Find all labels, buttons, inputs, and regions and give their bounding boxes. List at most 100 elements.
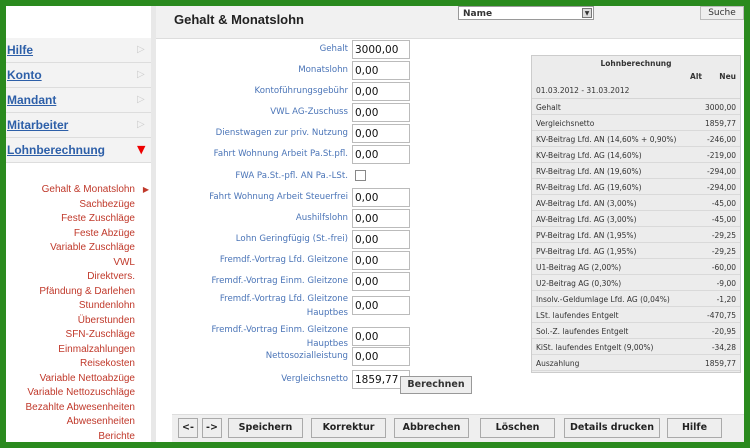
subnav-label[interactable]: Gehalt & Monatslohn xyxy=(42,184,135,195)
lohn-value: -45,00 xyxy=(711,199,736,208)
amount-input[interactable]: 0,00 xyxy=(352,347,410,366)
field-label-line: Lohn Geringfügig (St.-frei) xyxy=(235,234,348,244)
amount-input[interactable]: 0,00 xyxy=(352,188,410,207)
nav-label[interactable]: Mitarbeiter xyxy=(6,118,68,132)
fwa-checkbox[interactable] xyxy=(355,170,366,181)
search-button[interactable]: Suche xyxy=(700,6,744,20)
amount-input[interactable]: 0,00 xyxy=(352,145,410,164)
nav-item-lohnberechnung[interactable]: Lohnberechnung ▼ xyxy=(6,138,151,163)
lohn-value: 3000,00 xyxy=(704,103,736,112)
calculate-button[interactable]: Berechnen xyxy=(400,376,472,394)
subnav-item[interactable]: Direktvers. xyxy=(6,271,151,286)
nav-label[interactable]: Lohnberechnung xyxy=(6,143,105,157)
print-details-button[interactable]: Details drucken xyxy=(564,418,660,438)
field-label-line: Kontoführungsgebühr xyxy=(254,86,348,96)
field-label: Fremdf.-Vortrag Lfd. Gleitzone Hauptbes xyxy=(220,292,348,320)
main-content: Gehalt & Monatslohn Name ▼ Suche Gehalt 30… xyxy=(156,6,744,442)
amount-input[interactable]: 0,00 xyxy=(352,103,410,122)
subnav-label[interactable]: Feste Zuschläge xyxy=(61,213,135,224)
amount-input[interactable]: 0,00 xyxy=(352,61,410,80)
subnav-item[interactable]: Stundenlohn xyxy=(6,300,151,315)
subnav-label[interactable]: SFN-Zuschläge xyxy=(66,329,135,340)
amount-input[interactable]: 0,00 xyxy=(352,82,410,101)
amount-input[interactable]: 0,00 xyxy=(352,327,410,346)
subnav-item[interactable]: Einmalzahlungen xyxy=(6,344,151,359)
subnav-item[interactable]: Variable Nettoabzüge xyxy=(6,373,151,388)
lohn-key: PV-Beitrag Lfd. AN (1,95%) xyxy=(536,231,637,240)
subnav-label[interactable]: Variable Zuschläge xyxy=(50,242,135,253)
subnav-label[interactable]: Überstunden xyxy=(78,315,135,326)
nav-item-mitarbeiter[interactable]: Mitarbeiter ▷ xyxy=(6,113,151,138)
field-label-line: Fremdf.-Vortrag Einm. Gleitzone xyxy=(211,276,348,286)
subnav-label[interactable]: Reisekosten xyxy=(80,358,135,369)
chevron-right-icon: ▷ xyxy=(137,69,145,80)
subnav-item[interactable]: Überstunden xyxy=(6,315,151,330)
subnav-label[interactable]: Sachbezüge xyxy=(79,199,135,210)
nav-item-mandant[interactable]: Mandant ▷ xyxy=(6,88,151,113)
help-button[interactable]: Hilfe xyxy=(667,418,722,438)
subnav-label[interactable]: Variable Nettozuschläge xyxy=(27,387,135,398)
subnav-label[interactable]: Pfändung & Darlehen xyxy=(39,286,135,297)
next-button[interactable]: -> xyxy=(202,418,222,438)
amount-input[interactable]: 0,00 xyxy=(352,209,410,228)
chevron-down-icon: ▼ xyxy=(137,143,146,156)
lohn-key: RV-Beitrag Lfd. AG (19,60%) xyxy=(536,183,642,192)
amount-input[interactable]: 0,00 xyxy=(352,230,410,249)
name-select-value: Name xyxy=(463,9,493,19)
amount-input[interactable]: 0,00 xyxy=(352,251,410,270)
field-label-line: FWA Pa.St.-pfl. AN Pa.-LSt. xyxy=(235,171,348,181)
field-label: Aushilfslohn xyxy=(296,213,348,223)
subnav-item[interactable]: Reisekosten xyxy=(6,358,151,373)
prev-button[interactable]: <- xyxy=(178,418,198,438)
page-title: Gehalt & Monatslohn xyxy=(174,12,304,27)
subnav-label[interactable]: Stundenlohn xyxy=(79,300,135,311)
subnav-label[interactable]: VWL xyxy=(113,257,135,268)
amount-input[interactable]: 0,00 xyxy=(352,272,410,291)
amount-input[interactable]: 0,00 xyxy=(352,296,410,315)
delete-button[interactable]: Löschen xyxy=(480,418,555,438)
subnav-item[interactable]: Abwesenheiten xyxy=(6,416,151,431)
field-label-line: Gehalt xyxy=(319,44,348,54)
correction-button[interactable]: Korrektur xyxy=(311,418,386,438)
subnav-label[interactable]: Direktvers. xyxy=(87,271,135,282)
subnav-label[interactable]: Variable Nettoabzüge xyxy=(40,373,135,384)
subnav: Gehalt & Monatslohn ▶ Sachbezüge Feste Zusc… xyxy=(6,184,151,442)
nav-label[interactable]: Hilfe xyxy=(6,43,33,57)
subnav-item[interactable]: Feste Zuschläge xyxy=(6,213,151,228)
subnav-item[interactable]: VWL xyxy=(6,257,151,272)
amount-input[interactable]: 3000,00 xyxy=(352,40,410,59)
subnav-item[interactable]: Gehalt & Monatslohn ▶ xyxy=(6,184,151,199)
nav-label[interactable]: Konto xyxy=(6,68,42,82)
subnav-item[interactable]: SFN-Zuschläge xyxy=(6,329,151,344)
subnav-label[interactable]: Bezahlte Abwesenheiten xyxy=(25,402,135,413)
subnav-item[interactable]: Pfändung & Darlehen xyxy=(6,286,151,301)
lohn-key: Sol.-Z. laufendes Entgelt xyxy=(536,327,629,336)
lohn-key: AV-Beitrag Lfd. AG (3,00%) xyxy=(536,215,637,224)
save-button[interactable]: Speichern xyxy=(228,418,303,438)
subnav-item[interactable]: Variable Zuschläge xyxy=(6,242,151,257)
subnav-item[interactable]: Bezahlte Abwesenheiten xyxy=(6,402,151,417)
nav-label[interactable]: Mandant xyxy=(6,93,56,107)
subnav-label[interactable]: Berichte xyxy=(98,431,135,442)
lohn-value: -219,00 xyxy=(707,151,736,160)
name-select[interactable]: Name ▼ xyxy=(458,6,594,20)
cancel-button[interactable]: Abbrechen xyxy=(394,418,469,438)
subnav-item[interactable]: Sachbezüge xyxy=(6,199,151,214)
subnav-label[interactable]: Feste Abzüge xyxy=(74,228,135,239)
amount-input[interactable]: 0,00 xyxy=(352,124,410,143)
lohn-row: KV-Beitrag Lfd. AG (14,60%) -219,00 xyxy=(532,147,740,163)
form-row: Vergleichsnetto 1859,77 xyxy=(176,370,596,390)
nav-item-konto[interactable]: Konto ▷ xyxy=(6,63,151,88)
subnav-item[interactable]: Berichte xyxy=(6,431,151,443)
lohn-row: KiSt. laufendes Entgelt (9,00%) -34,28 xyxy=(532,339,740,355)
lohn-key: KiSt. laufendes Entgelt (9,00%) xyxy=(536,343,654,352)
subnav-label[interactable]: Abwesenheiten xyxy=(67,416,135,427)
subnav-item[interactable]: Variable Nettozuschläge xyxy=(6,387,151,402)
field-label-line: Vergleichsnetto xyxy=(281,374,348,384)
nav-item-hilfe[interactable]: Hilfe ▷ xyxy=(6,38,151,63)
lohn-row: RV-Beitrag Lfd. AN (19,60%) -294,00 xyxy=(532,163,740,179)
footer-toolbar: <- -> Speichern Korrektur Abbrechen Lösc… xyxy=(172,414,744,442)
subnav-label[interactable]: Einmalzahlungen xyxy=(58,344,135,355)
subnav-item[interactable]: Feste Abzüge xyxy=(6,228,151,243)
field-label-line: Aushilfslohn xyxy=(295,213,348,223)
